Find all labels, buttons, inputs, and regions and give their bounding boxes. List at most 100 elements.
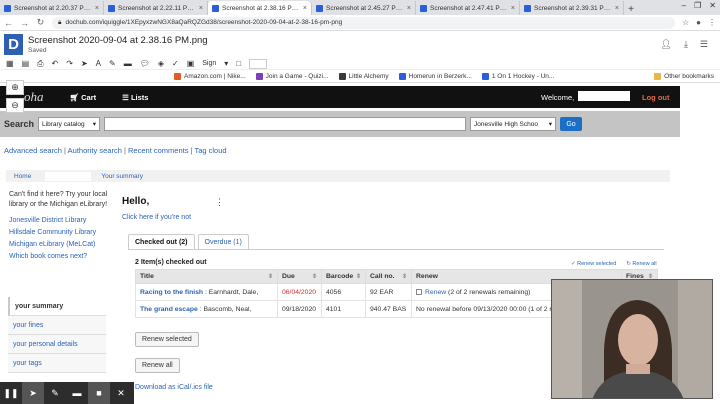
library-value: Jonesville High Schoo [474,120,538,128]
renew-selected-button[interactable]: Renew selected [135,332,199,347]
renew-selected-link[interactable]: ✓ Renew selected [571,261,616,267]
dochub-logo[interactable]: D [4,34,23,55]
print-icon[interactable]: ⎙ [37,59,43,69]
back-icon[interactable]: ← [4,18,13,28]
chevron-down-icon[interactable]: ▾ [224,59,228,68]
browser-tab[interactable]: Screenshot at 2.45.27 PM.pn × [312,1,416,15]
column-header-callno[interactable]: Call no. ⇕ [365,269,412,284]
breadcrumb-home[interactable]: Home [14,173,31,180]
shape-icon[interactable]: □ [236,59,241,68]
tab-checked-out[interactable]: Checked out (2) [128,234,195,249]
cart-button[interactable]: 🛒︎ Cart [70,93,97,102]
column-header-title[interactable]: Title ⇕ [135,269,278,284]
recent-comments-link[interactable]: Recent comments [128,146,188,155]
highlighter-icon[interactable]: ▬ [66,382,88,404]
username-redacted[interactable] [578,91,630,101]
menu-dots-icon[interactable]: ⋮ [708,18,716,27]
pointer-icon[interactable]: ➤ [81,59,88,68]
search-input[interactable] [104,117,467,131]
go-button[interactable]: Go [560,117,583,131]
authority-search-link[interactable]: Authority search [68,146,122,155]
item-title-link[interactable]: The grand escape [140,306,198,313]
bookmark-item[interactable]: 1 On 1 Hockey - Un... [481,72,554,80]
download-icon[interactable]: ⤓ [684,39,688,50]
browser-tab[interactable]: Screenshot at 2.22.11 PM.pn × [104,1,208,15]
renew-all-link[interactable]: ↻ Renew all [626,261,656,267]
column-header-due[interactable]: Due ⇕ [277,269,322,284]
reload-icon[interactable]: ↻ [36,17,45,28]
tab-overdue[interactable]: Overdue (1) [197,234,249,249]
browser-tab[interactable]: Screenshot at 2.39.31 PM.pn × [520,1,624,15]
breadcrumb-current[interactable]: Your summary [101,173,143,180]
close-icon[interactable]: × [303,5,307,12]
library-select[interactable]: Jonesville High Schoo ▾ [470,117,557,131]
browser-tab[interactable]: Screenshot at 2.20.37 PM.pn × [0,1,104,15]
sidenav-your-tags[interactable]: your tags [8,354,106,373]
minimize-icon[interactable]: – [682,1,686,10]
pause-icon[interactable]: ❚❚ [0,382,22,404]
bookmark-item[interactable]: Amazon.com | Nike... [174,72,246,80]
close-icon[interactable]: × [407,5,411,12]
library-link[interactable]: Which book comes next? [9,253,109,260]
more-options-icon[interactable]: ⋮ [215,197,224,208]
bookmark-item[interactable]: Little Alchemy [338,72,389,80]
library-link[interactable]: Hillsdale Community Library [9,229,109,236]
zoom-in-icon[interactable]: ⊕ [6,80,24,95]
close-icon[interactable]: × [615,5,619,12]
comment-icon[interactable]: 💬︎ [140,59,150,68]
doc-title-block: Screenshot 2020-09-04 at 2.38.16 PM.png … [28,35,208,54]
sign-button[interactable]: Sign [202,60,216,67]
page-icon[interactable]: ▤ [22,59,30,68]
sidenav-your-fines[interactable]: your fines [8,316,106,335]
sidenav-your-summary[interactable]: your summary [8,297,106,316]
lists-button[interactable]: ☰ Lists [122,93,148,102]
bookmark-star-icon[interactable]: ☆ [682,18,689,27]
pen-icon[interactable]: ✎ [109,59,116,68]
camera-icon[interactable]: ■ [88,382,110,404]
cursor-icon[interactable]: ➤ [22,382,44,404]
url-field[interactable]: 🔒︎ dochub.com/iquiggle/1XEpyxzwNGX8aQaRQ… [52,16,675,29]
close-icon[interactable]: × [199,5,203,12]
search-type-select[interactable]: Library catalog ▾ [38,117,101,131]
browser-tab[interactable]: Screenshot at 2.47.41 PM.pn × [416,1,520,15]
hamburger-menu-icon[interactable]: ☰ [700,39,708,50]
maximize-icon[interactable]: ❐ [694,1,701,10]
close-icon[interactable]: × [95,5,99,12]
close-icon[interactable]: × [511,5,515,12]
doc-filename[interactable]: Screenshot 2020-09-04 at 2.38.16 PM.png [28,35,208,46]
advanced-search-link[interactable]: Advanced search [4,146,62,155]
renew-checkbox[interactable] [416,288,422,295]
renew-all-button[interactable]: Renew all [135,358,180,373]
library-link[interactable]: Jonesville District Library [9,217,109,224]
sidenav-your-personal-details[interactable]: your personal details [8,335,106,354]
undo-icon[interactable]: ↶ [52,59,59,68]
new-tab-button[interactable]: + [624,4,638,15]
column-header-barcode[interactable]: Barcode ⇕ [321,269,366,284]
grid-icon[interactable]: ▦ [6,59,14,68]
highlighter-icon[interactable]: ▬ [124,59,132,68]
item-title-link[interactable]: Racing to the finish [140,289,203,296]
image-icon[interactable]: ▣ [187,59,195,68]
not-you-link[interactable]: Click here if you're not [122,214,191,221]
zoom-out-icon[interactable]: ⊖ [6,98,24,113]
library-link[interactable]: Michigan eLibrary (MeLCat) [9,241,109,248]
bookmark-item[interactable]: Join a Game - Quizi... [255,72,329,80]
other-bookmarks[interactable]: Other bookmarks [654,72,714,80]
bookmark-item[interactable]: Homerun in Berzerk... [398,72,472,80]
redo-icon[interactable]: ↷ [66,59,73,68]
text-tool-icon[interactable]: A [96,59,101,68]
download-ical-link[interactable]: Download as iCal/.ics file [135,384,213,391]
forward-icon[interactable]: → [20,18,29,28]
close-icon[interactable]: ✕ [110,382,132,404]
renew-link[interactable]: Renew [425,289,446,296]
add-user-icon[interactable]: 👤︎ [661,39,672,50]
item-author: : Earnhardt, Dale, [203,288,259,296]
profile-icon[interactable]: ● [696,18,701,27]
eraser-icon[interactable]: ◈ [158,59,164,68]
check-icon[interactable]: ✓ [172,59,179,68]
close-window-icon[interactable]: ✕ [709,1,716,10]
logout-link[interactable]: Log out [642,93,670,102]
tag-cloud-link[interactable]: Tag cloud [194,146,226,155]
browser-tab-active[interactable]: Screenshot at 2.38.16 PM.pn × [208,1,312,15]
pen-icon[interactable]: ✎ [44,382,66,404]
